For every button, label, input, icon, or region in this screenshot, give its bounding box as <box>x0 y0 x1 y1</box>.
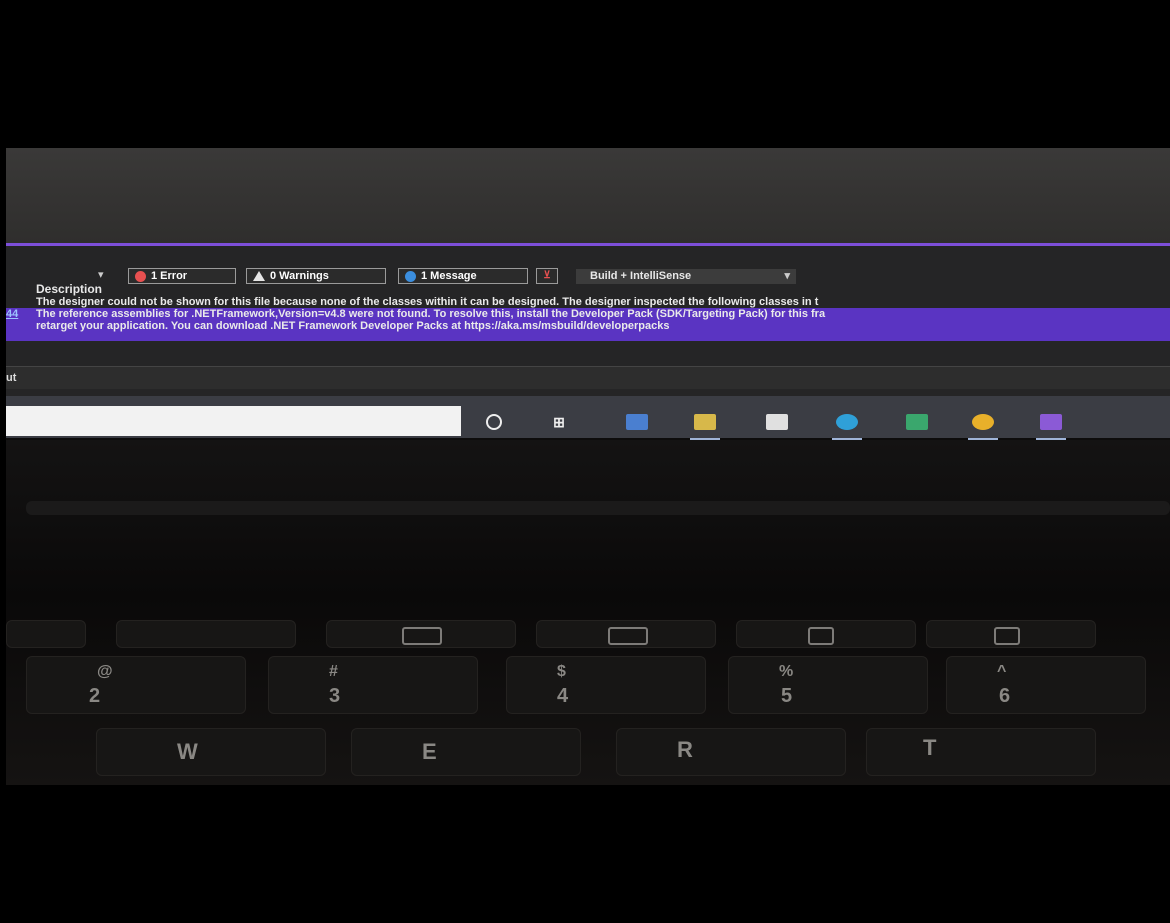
display-icon <box>608 627 649 645</box>
key-symbol: ^ <box>997 663 1007 680</box>
key-symbol: @ <box>97 663 113 680</box>
task-view-icon[interactable]: ⊞ <box>550 414 568 430</box>
errors-label: 1 Error <box>151 270 188 282</box>
function-key <box>116 620 296 648</box>
brightness-up-icon <box>994 627 1021 645</box>
key-digit: 3 <box>329 685 341 707</box>
function-key <box>736 620 916 648</box>
monitor-top-area <box>6 148 1170 243</box>
errors-filter-button[interactable]: 1 Error <box>128 268 236 284</box>
output-tab-strip <box>6 366 1170 389</box>
error-icon <box>135 270 146 282</box>
key-digit: 5 <box>781 685 793 707</box>
filter-icon[interactable]: ⊻ <box>536 268 558 284</box>
edge-icon[interactable] <box>836 414 858 430</box>
message-icon <box>405 270 416 282</box>
chevron-down-icon: ▾ <box>784 270 790 282</box>
photo-frame: ▾ 1 Error 0 Warnings 1 Message ⊻ Build +… <box>6 148 1170 785</box>
error-list-toolbar: ▾ 1 Error 0 Warnings 1 Message ⊻ Build +… <box>6 266 1170 288</box>
keyboard-backlight-icon <box>402 627 443 645</box>
error-code-link[interactable]: 44 <box>6 308 18 320</box>
error-list-row[interactable]: The designer could not be shown for this… <box>36 296 818 308</box>
function-key <box>926 620 1096 648</box>
key-letter: R <box>677 737 693 762</box>
file-explorer-icon[interactable] <box>694 414 716 430</box>
warning-icon <box>253 271 265 281</box>
key-6: ^ 6 <box>946 656 1146 714</box>
messages-label: 1 Message <box>421 270 477 282</box>
key-e: E <box>351 728 581 776</box>
key-letter: T <box>923 735 937 760</box>
taskbar-search-box[interactable] <box>6 406 461 436</box>
output-tab[interactable]: ut <box>6 372 16 384</box>
key-digit: 4 <box>557 685 569 707</box>
key-5: % 5 <box>728 656 928 714</box>
function-key <box>326 620 516 648</box>
key-digit: 6 <box>999 685 1011 707</box>
error-list-row-continuation: retarget your application. You can downl… <box>36 320 670 332</box>
chrome-icon[interactable] <box>972 414 994 430</box>
app-icon[interactable] <box>906 414 928 430</box>
scope-dropdown-arrow[interactable]: ▾ <box>98 268 104 281</box>
app-icon[interactable] <box>626 414 648 430</box>
laptop-hinge <box>26 501 1170 515</box>
key-symbol: % <box>779 663 794 680</box>
key-digit: 2 <box>89 685 101 707</box>
key-letter: E <box>422 739 437 764</box>
key-3: # 3 <box>268 656 478 714</box>
warnings-label: 0 Warnings <box>270 270 329 282</box>
brightness-icon <box>808 627 835 645</box>
key-w: W <box>96 728 326 776</box>
build-filter-dropdown[interactable]: Build + IntelliSense ▾ <box>576 269 796 284</box>
store-icon[interactable] <box>766 414 788 430</box>
messages-filter-button[interactable]: 1 Message <box>398 268 528 284</box>
key-4: $ 4 <box>506 656 706 714</box>
error-list-row-selected[interactable]: The reference assemblies for .NETFramewo… <box>36 308 825 320</box>
visual-studio-icon[interactable] <box>1040 414 1062 430</box>
warnings-filter-button[interactable]: 0 Warnings <box>246 268 386 284</box>
key-t: T <box>866 728 1096 776</box>
key-letter: W <box>177 739 198 764</box>
key-symbol: # <box>329 663 338 680</box>
key-symbol: $ <box>557 663 566 680</box>
key-r: R <box>616 728 846 776</box>
description-column-header[interactable]: Description <box>36 282 102 296</box>
function-key <box>536 620 716 648</box>
cortana-icon[interactable] <box>486 414 502 430</box>
key-2: @ 2 <box>26 656 246 714</box>
build-filter-label: Build + IntelliSense <box>590 270 692 282</box>
function-key <box>6 620 86 648</box>
